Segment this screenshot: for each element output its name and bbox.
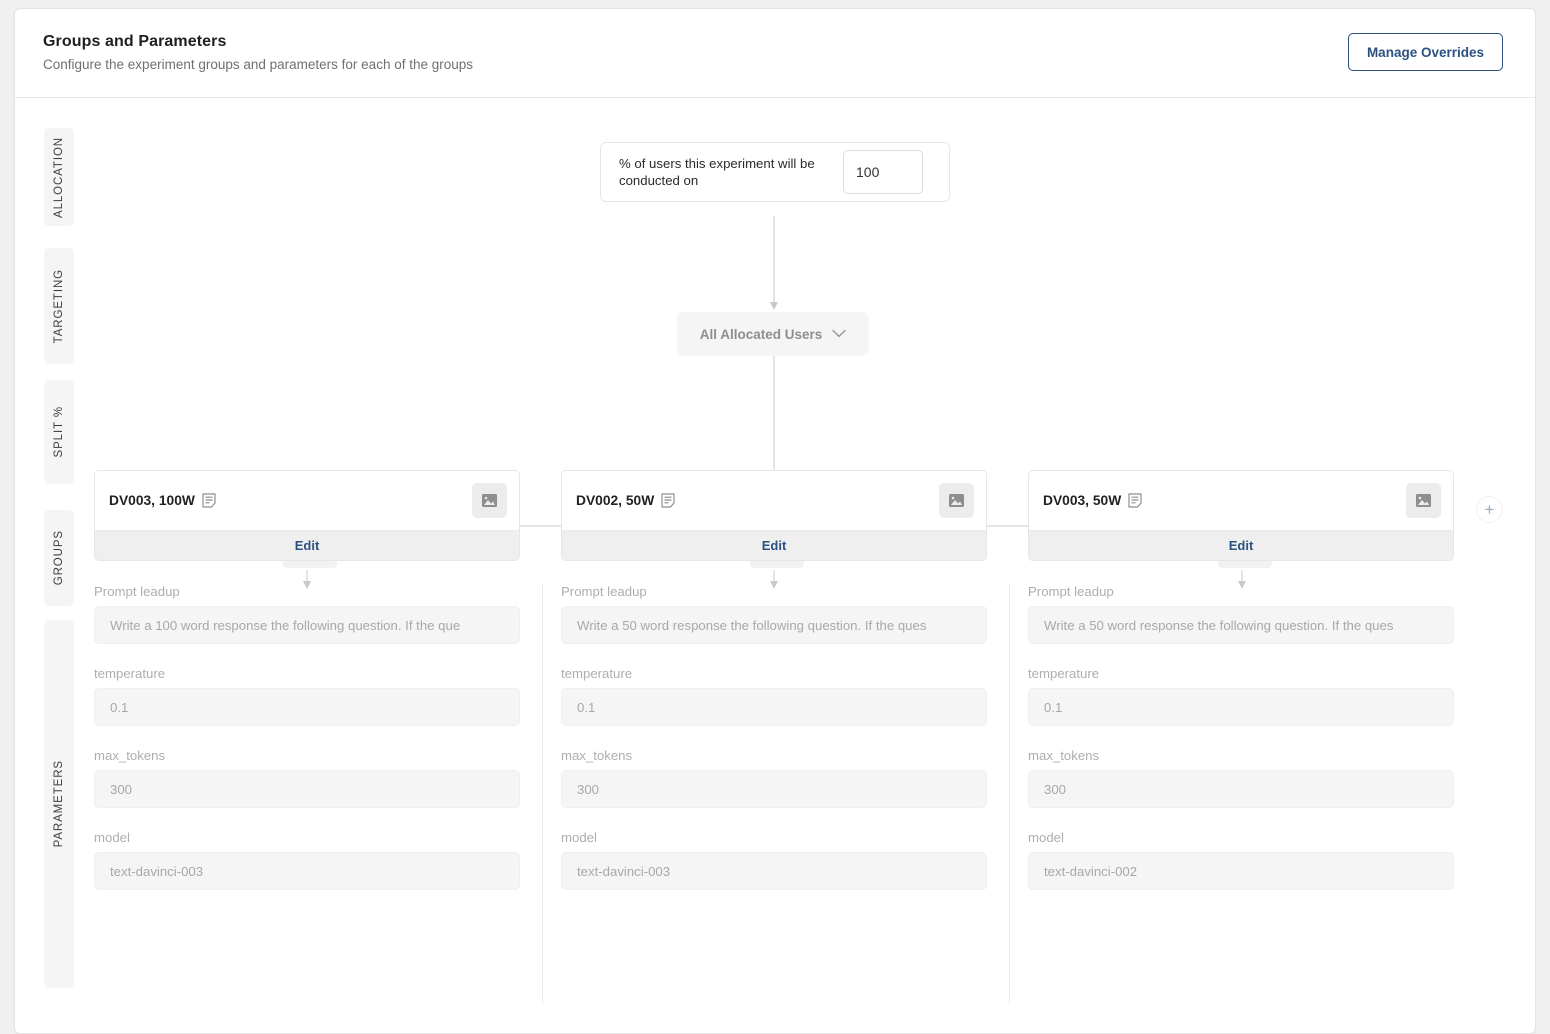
group-title-1: DV003, 100W [109, 493, 195, 508]
param-label: model [94, 830, 130, 845]
param-value-input[interactable]: 0.1 [1028, 688, 1454, 726]
rail-label-targeting: TARGETING [44, 248, 74, 364]
note-icon[interactable] [661, 493, 675, 508]
param-value-input[interactable]: Write a 50 word response the following q… [1028, 606, 1454, 644]
param-max-tokens-3: max_tokens 300 [1028, 748, 1454, 808]
manage-overrides-button[interactable]: Manage Overrides [1347, 33, 1503, 71]
param-temperature-2: temperature 0.1 [561, 666, 987, 726]
note-icon[interactable] [1128, 493, 1142, 508]
param-label: max_tokens [1028, 748, 1100, 763]
param-value-input[interactable]: text-davinci-003 [94, 852, 520, 890]
allocation-percent-input[interactable] [843, 150, 923, 194]
param-temperature-3: temperature 0.1 [1028, 666, 1454, 726]
rail-allocation-text: ALLOCATION [53, 136, 65, 218]
edit-group-button-1[interactable]: Edit [95, 530, 519, 560]
param-value-input[interactable]: Write a 100 word response the following … [94, 606, 520, 644]
param-model-1: model text-davinci-003 [94, 830, 520, 890]
param-value-input[interactable]: Write a 50 word response the following q… [561, 606, 987, 644]
group-card-header-3: DV003, 50W [1029, 471, 1453, 530]
param-label: model [561, 830, 597, 845]
group-title-2: DV002, 50W [576, 493, 655, 508]
param-label: model [1028, 830, 1064, 845]
rail-label-parameters: PARAMETERS [44, 620, 74, 988]
param-value-input[interactable]: text-davinci-002 [1028, 852, 1454, 890]
param-column-divider-1 [542, 584, 543, 1004]
rail-targeting-text: TARGETING [53, 268, 65, 344]
param-label: max_tokens [94, 748, 166, 763]
rail-split-text: SPLIT % [53, 406, 65, 458]
group-card-header-2: DV002, 50W [562, 471, 986, 530]
param-label: temperature [561, 666, 633, 681]
param-value-input[interactable]: 300 [94, 770, 520, 808]
edit-group-button-2[interactable]: Edit [562, 530, 986, 560]
image-icon[interactable] [472, 483, 507, 518]
param-value-input[interactable]: 0.1 [94, 688, 520, 726]
groups-and-parameters-card: Groups and Parameters Configure the expe… [14, 8, 1536, 1034]
param-label: Prompt leadup [1028, 584, 1114, 599]
param-value-input[interactable]: 300 [1028, 770, 1454, 808]
flow-stage: ALLOCATION TARGETING SPLIT % GROUPS PARA… [15, 98, 1535, 1033]
group-card-header-1: DV003, 100W [95, 471, 519, 530]
group-card-3: DV003, 50W Edit [1028, 470, 1454, 561]
param-label: temperature [1028, 666, 1100, 681]
param-label: Prompt leadup [94, 584, 180, 599]
param-model-3: model text-davinci-002 [1028, 830, 1454, 890]
param-max-tokens-1: max_tokens 300 [94, 748, 520, 808]
page-subtitle: Configure the experiment groups and para… [43, 57, 474, 72]
group-title-3: DV003, 50W [1043, 493, 1122, 508]
rail-parameters-text: PARAMETERS [53, 760, 65, 848]
screen: Groups and Parameters Configure the expe… [0, 0, 1550, 1034]
param-label: Prompt leadup [561, 584, 647, 599]
rail-label-allocation: ALLOCATION [44, 128, 74, 226]
image-icon[interactable] [1406, 483, 1441, 518]
targeting-selected-label: All Allocated Users [699, 326, 823, 342]
card-header: Groups and Parameters Configure the expe… [15, 9, 1535, 98]
allocation-box: % of users this experiment will be condu… [600, 142, 950, 202]
edit-group-button-3[interactable]: Edit [1029, 530, 1453, 560]
note-icon[interactable] [202, 493, 216, 508]
param-label: max_tokens [561, 748, 633, 763]
targeting-dropdown[interactable]: All Allocated Users [677, 312, 869, 356]
add-group-button[interactable]: + [1476, 496, 1503, 523]
chevron-down-icon [832, 325, 847, 343]
param-value-input[interactable]: 300 [561, 770, 987, 808]
param-column-3: Prompt leadup Write a 50 word response t… [1028, 584, 1454, 912]
param-label: temperature [94, 666, 166, 681]
param-value-input[interactable]: text-davinci-003 [561, 852, 987, 890]
param-prompt-leadup-2: Prompt leadup Write a 50 word response t… [561, 584, 987, 644]
param-column-2: Prompt leadup Write a 50 word response t… [561, 584, 987, 912]
rail-label-groups: GROUPS [44, 510, 74, 606]
param-max-tokens-2: max_tokens 300 [561, 748, 987, 808]
group-card-1: DV003, 100W Edit [94, 470, 520, 561]
group-card-2: DV002, 50W Edit [561, 470, 987, 561]
image-icon[interactable] [939, 483, 974, 518]
allocation-label: % of users this experiment will be condu… [619, 156, 815, 188]
param-prompt-leadup-3: Prompt leadup Write a 50 word response t… [1028, 584, 1454, 644]
param-model-2: model text-davinci-003 [561, 830, 987, 890]
page-title: Groups and Parameters [43, 33, 227, 50]
param-temperature-1: temperature 0.1 [94, 666, 520, 726]
param-value-input[interactable]: 0.1 [561, 688, 987, 726]
param-prompt-leadup-1: Prompt leadup Write a 100 word response … [94, 584, 520, 644]
rail-label-split: SPLIT % [44, 380, 74, 484]
param-column-divider-2 [1009, 584, 1010, 1004]
rail-groups-text: GROUPS [53, 530, 65, 586]
param-column-1: Prompt leadup Write a 100 word response … [94, 584, 520, 912]
